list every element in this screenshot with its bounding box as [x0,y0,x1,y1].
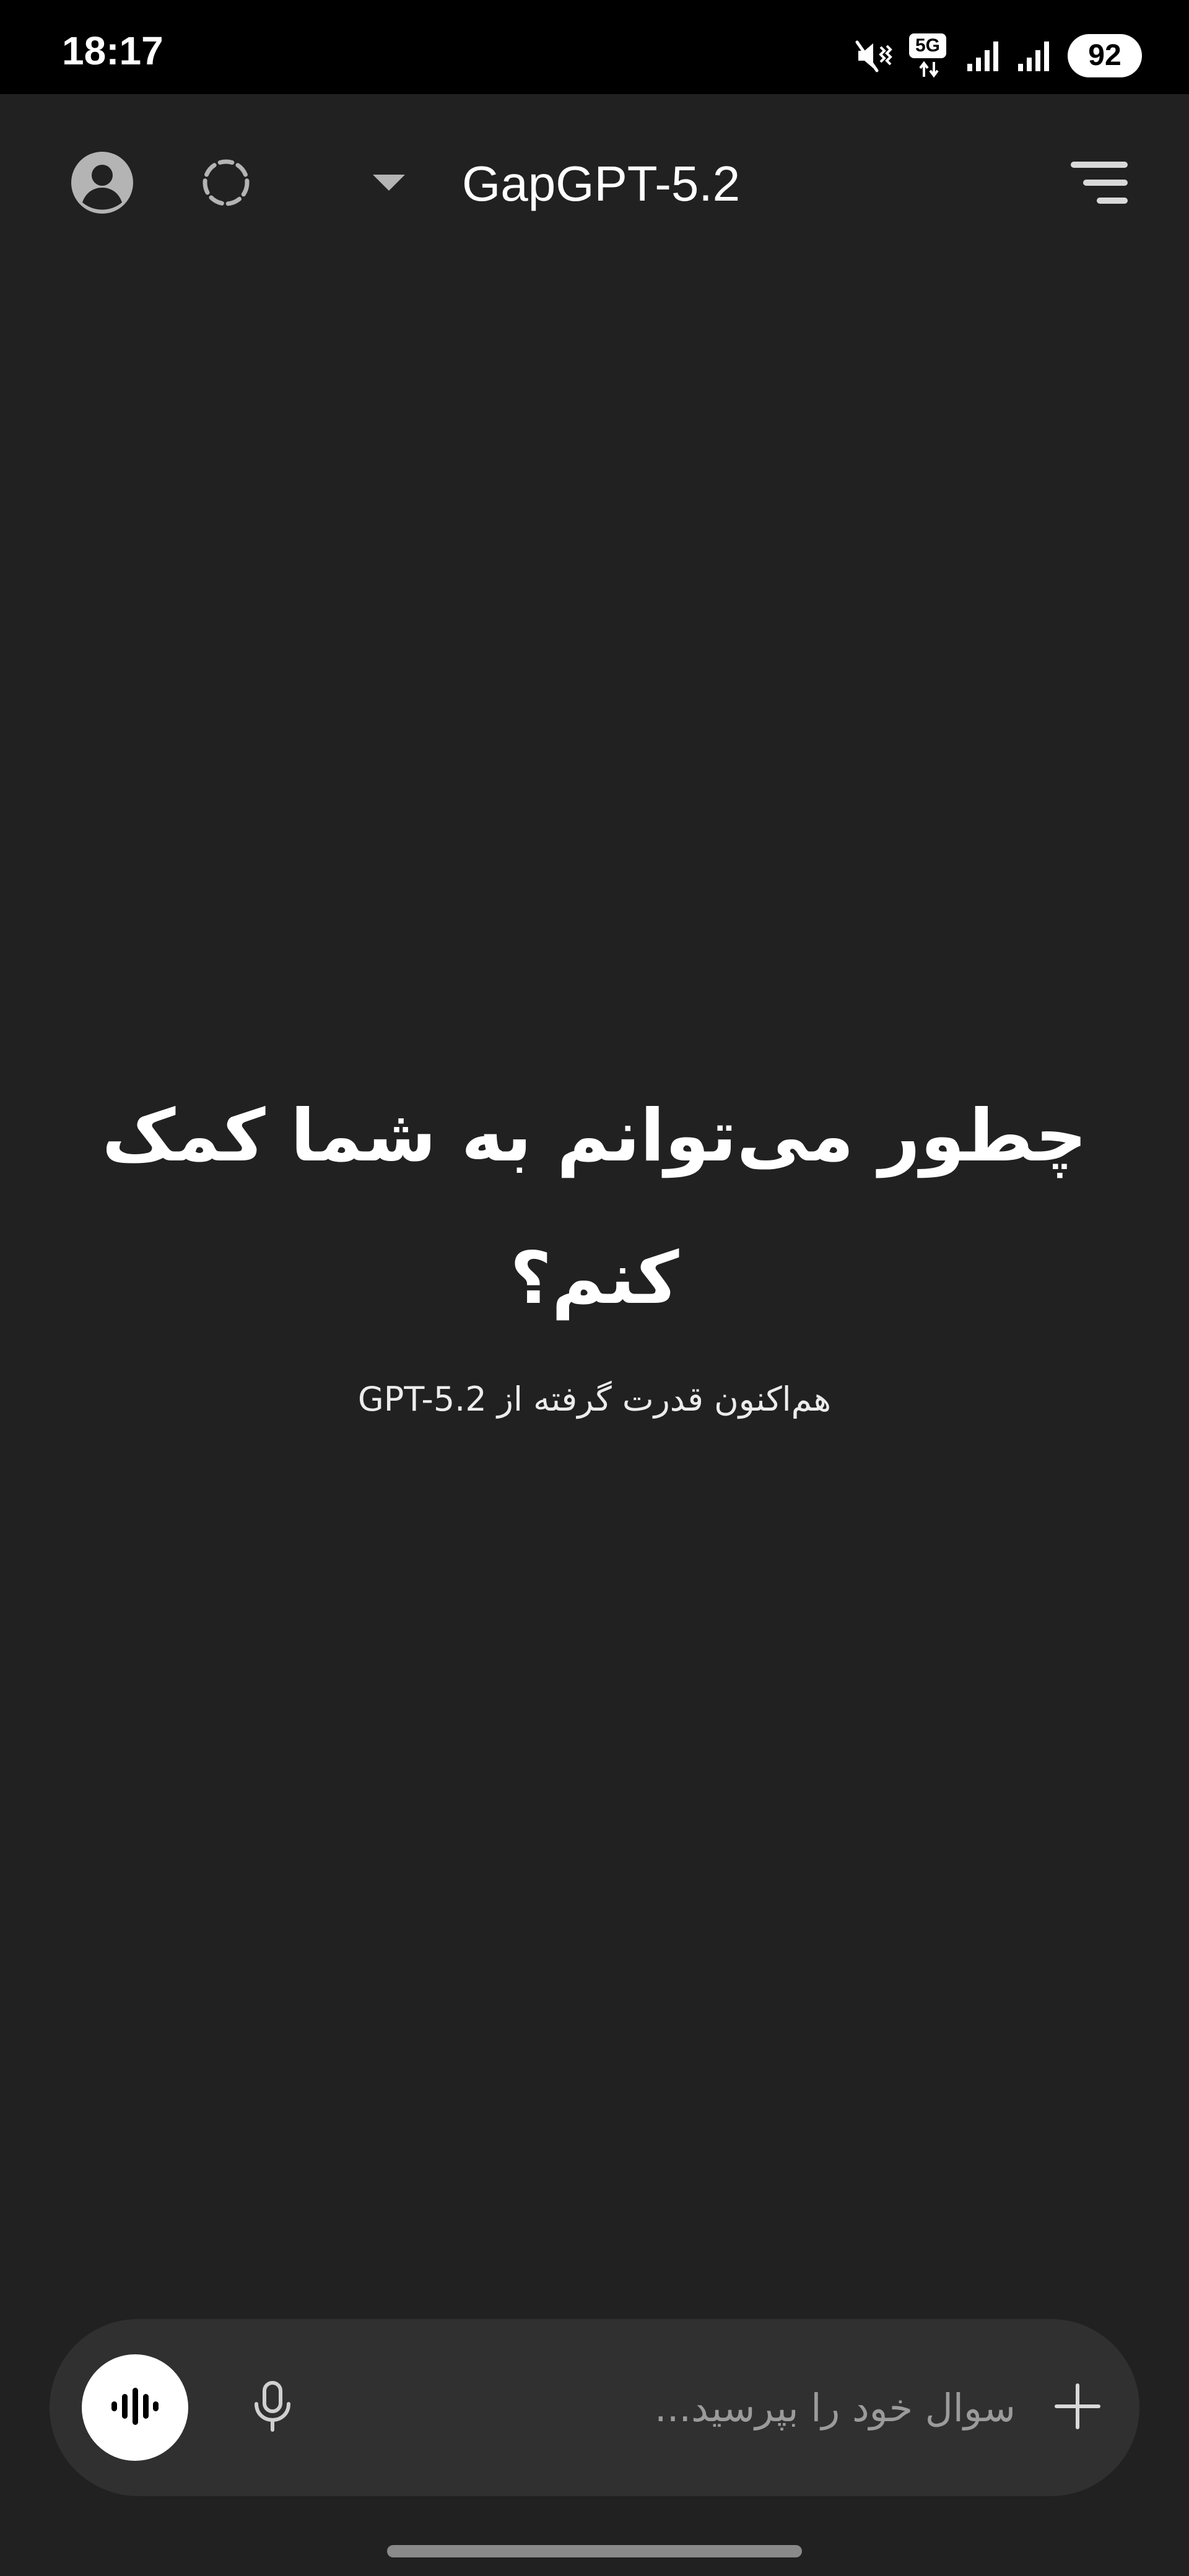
greeting-subtitle: هم‌اکنون قدرت گرفته از GPT-5.2 [357,1380,832,1419]
menu-button[interactable] [1053,144,1146,224]
app-bar: GapGPT-5.2 [0,94,1189,268]
chevron-down-icon [372,173,406,194]
menu-icon [1069,158,1129,210]
add-attachment-button[interactable] [1040,2370,1115,2445]
model-name: GapGPT-5.2 [462,156,741,211]
composer [50,2319,1139,2496]
greeting: چطور می‌توانم به شما کمک کنم؟ هم‌اکنون ق… [99,1065,1090,1424]
status-time: 18:17 [62,28,163,73]
temporary-chat-button[interactable] [186,144,266,224]
plus-icon [1054,2383,1101,2432]
voice-waveform-icon [110,2387,160,2429]
battery-icon: 92 [1068,34,1142,77]
home-indicator[interactable] [387,2545,802,2557]
network-type: 5G [909,33,946,58]
greeting-title: چطور می‌توانم به شما کمک کنم؟ [102,1094,1087,1320]
temporary-chat-icon [199,156,253,212]
signal-icon [1017,39,1052,72]
status-icons: 5G 92 [855,31,1142,80]
signal-icon [966,39,1001,72]
voice-mode-button[interactable] [82,2354,188,2461]
prompt-input[interactable] [347,2370,1028,2445]
microphone-button[interactable] [235,2370,310,2445]
status-bar: 18:17 5G 92 [0,0,1189,94]
network-5g-icon: 5G [909,33,950,78]
microphone-icon [253,2380,292,2435]
model-selector[interactable]: GapGPT-5.2 [372,144,740,224]
profile-icon [70,150,134,217]
profile-button[interactable] [62,144,142,224]
mute-vibrate-icon [855,38,893,73]
